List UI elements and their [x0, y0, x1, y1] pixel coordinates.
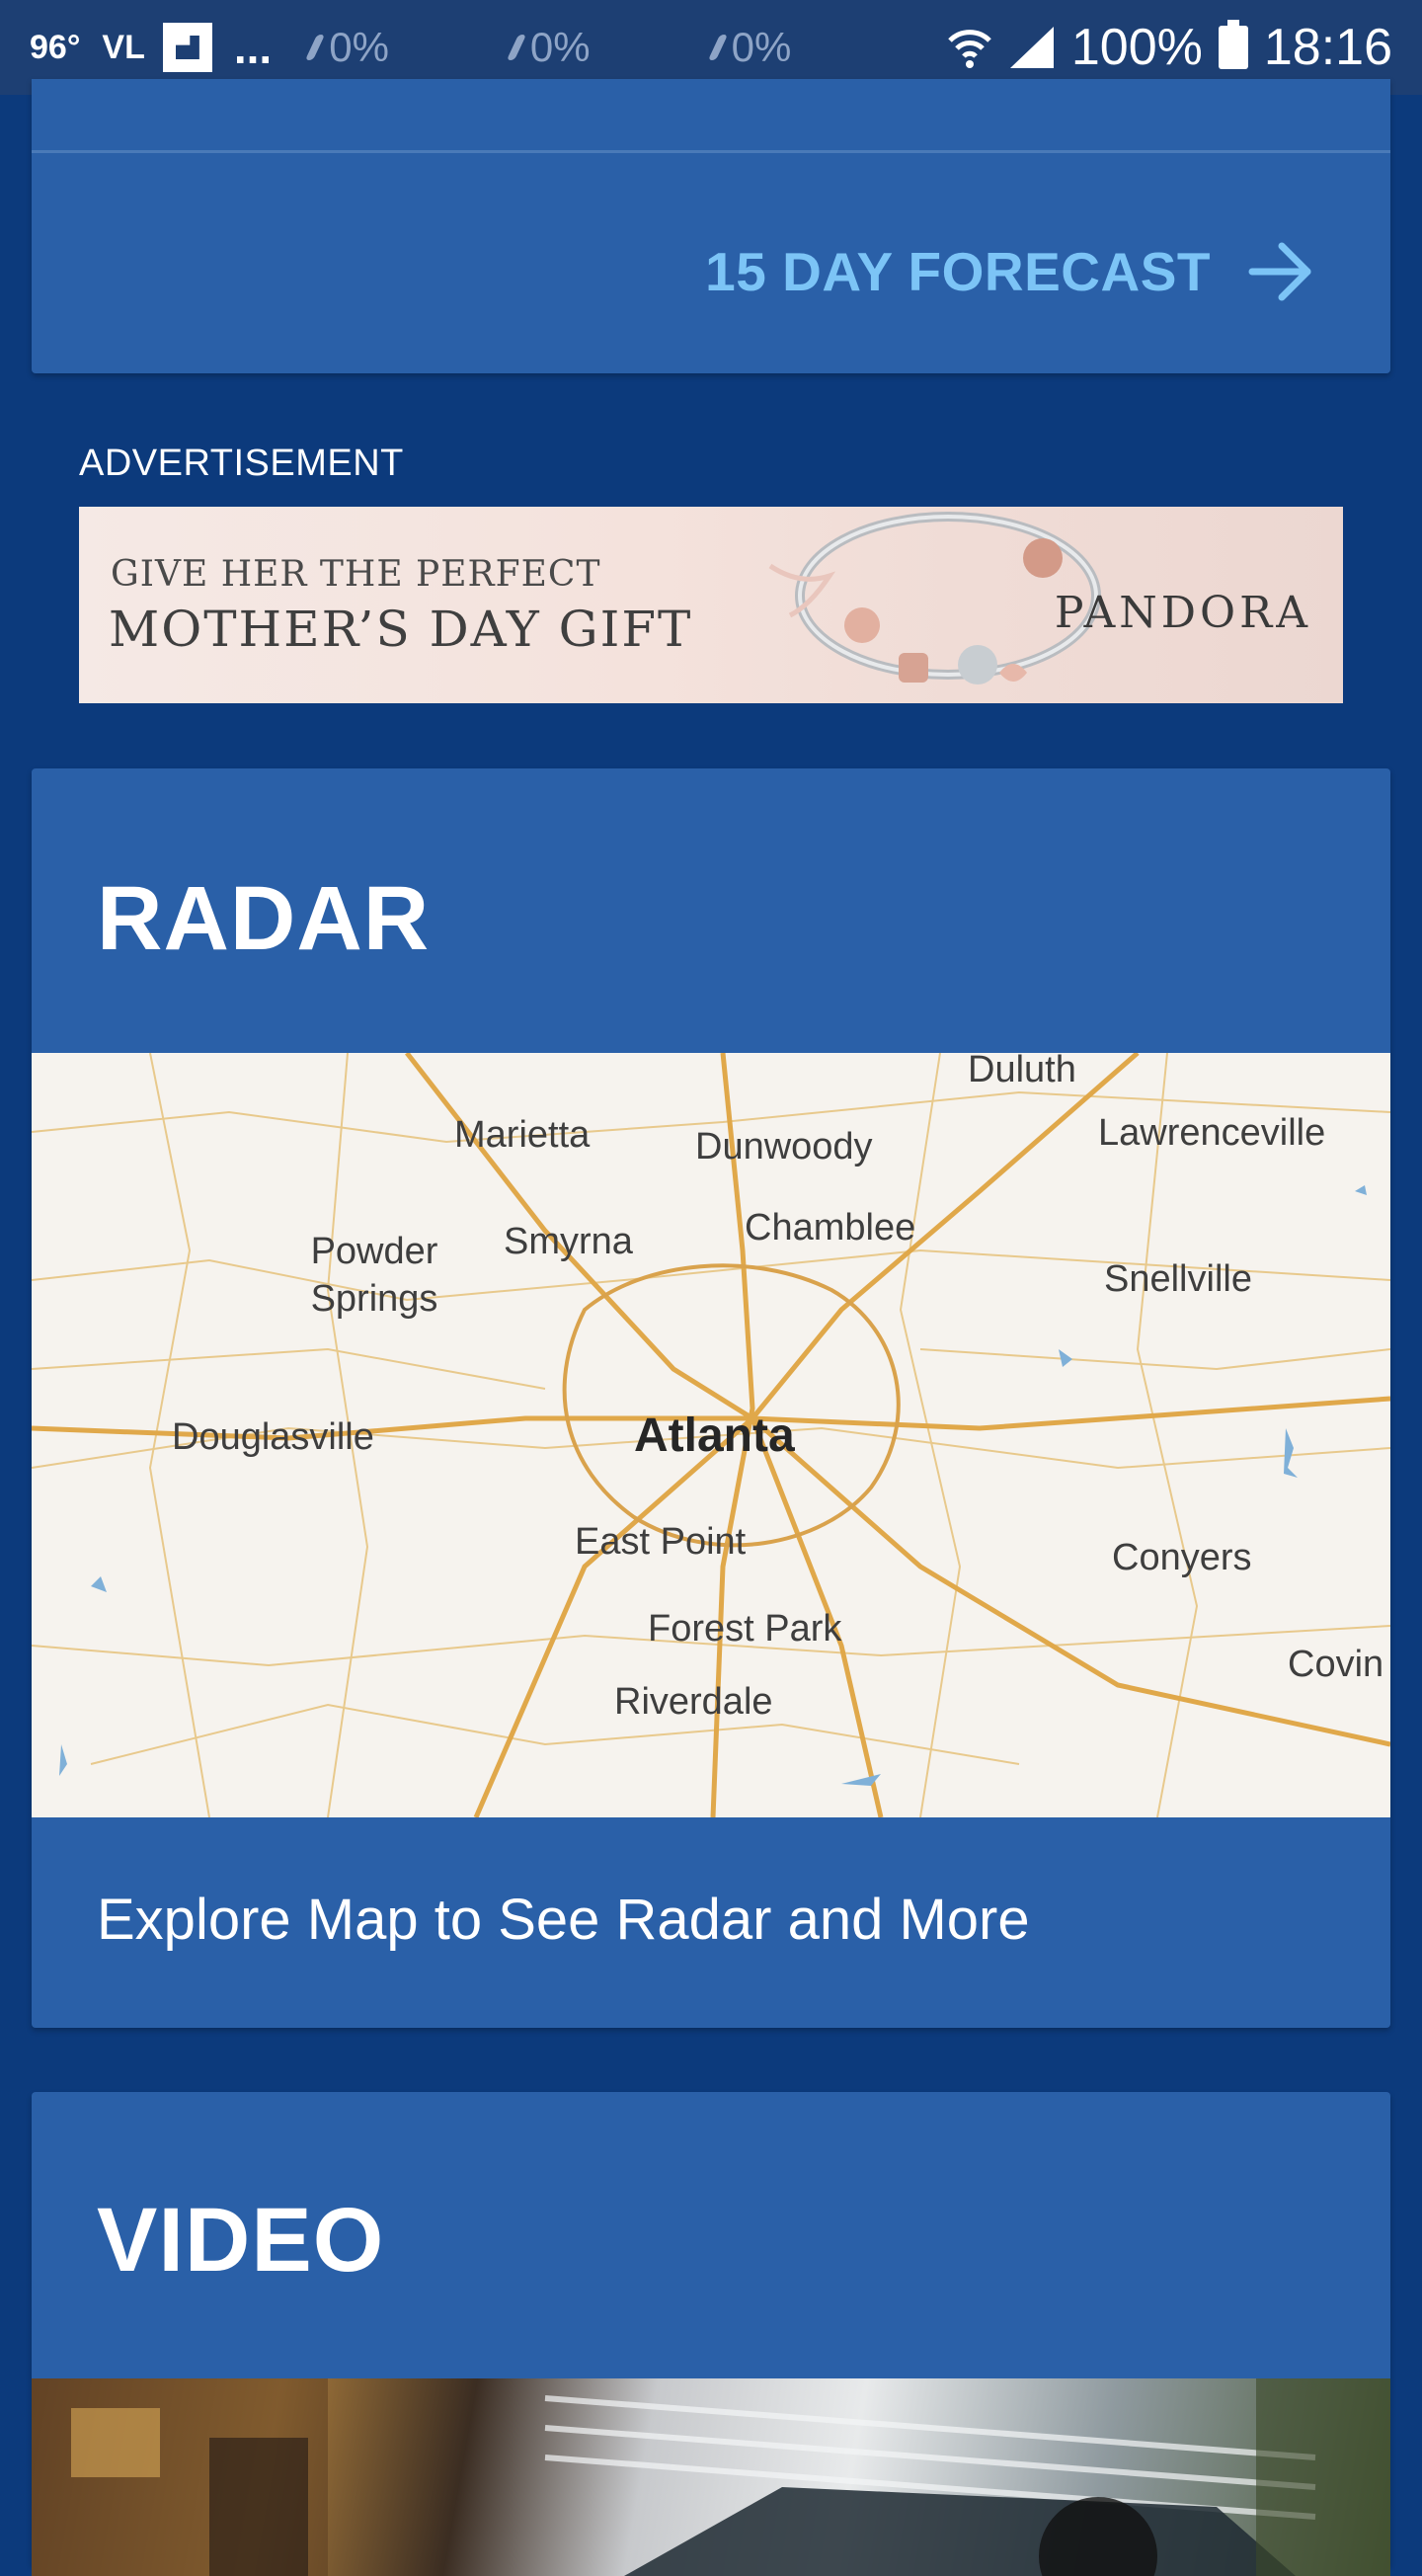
- map-label-marietta: Marietta: [454, 1114, 591, 1156]
- battery-icon: [1218, 20, 1248, 69]
- ghost-precip-3: 0%: [707, 24, 791, 71]
- advertisement-label: ADVERTISEMENT: [79, 443, 404, 484]
- divider: [32, 150, 1390, 153]
- forecast-link-label: 15 DAY FORECAST: [705, 241, 1211, 302]
- wifi-icon: [947, 25, 992, 70]
- radar-title: RADAR: [97, 868, 431, 969]
- battery-percent: 100%: [1070, 19, 1203, 76]
- pandora-ad-banner[interactable]: GIVE HER THE PERFECT MOTHER’S DAY GIFT P…: [79, 507, 1343, 703]
- arrow-right-icon: [1248, 242, 1311, 301]
- status-time: 18:16: [1263, 19, 1392, 76]
- ad-headline-small: GIVE HER THE PERFECT: [111, 554, 601, 595]
- map-label-dunwoody: Dunwoody: [695, 1126, 873, 1167]
- map-label-duluth: Duluth: [968, 1053, 1076, 1090]
- raindrop-icon: [506, 35, 526, 60]
- explore-map-link[interactable]: Explore Map to See Radar and More: [97, 1887, 1030, 1953]
- ghost-precip-2: 0%: [506, 24, 591, 71]
- status-left: 96° VL ... 0% 0% 0%: [30, 23, 914, 72]
- ad-brand-logo: PANDORA: [1054, 588, 1311, 638]
- video-thumbnail-image: [32, 2378, 1390, 2576]
- video-title: VIDEO: [97, 2190, 385, 2291]
- map-label-conyers: Conyers: [1112, 1537, 1252, 1578]
- map-label-atlanta: Atlanta: [634, 1409, 795, 1462]
- status-temperature: 96°: [30, 28, 81, 66]
- ghost-precip-1: 0%: [305, 24, 389, 71]
- map-label-riverdale: Riverdale: [614, 1681, 773, 1723]
- more-notifications-icon: ...: [233, 22, 273, 73]
- map-label-forest-park: Forest Park: [648, 1608, 842, 1650]
- radar-map[interactable]: Duluth Marietta Dunwoody Lawrenceville C…: [32, 1053, 1390, 1817]
- flipboard-icon: [162, 23, 212, 72]
- signal-icon: [1008, 25, 1056, 70]
- raindrop-icon: [305, 35, 326, 60]
- map-label-douglasville: Douglasville: [172, 1416, 374, 1458]
- fifteen-day-forecast-link[interactable]: 15 DAY FORECAST: [705, 237, 1315, 306]
- map-label-chamblee: Chamblee: [745, 1207, 916, 1248]
- map-label-covington: Covin: [1288, 1644, 1384, 1685]
- video-card[interactable]: VIDEO: [32, 2092, 1390, 2576]
- map-label-lawrenceville: Lawrenceville: [1098, 1112, 1326, 1154]
- map-label-powder-springs: Powder Springs: [310, 1231, 438, 1320]
- raindrop-icon: [707, 35, 728, 60]
- status-carrier: VL: [102, 28, 145, 66]
- forecast-card: 15 DAY FORECAST: [32, 79, 1390, 373]
- map-label-smyrna: Smyrna: [504, 1221, 633, 1262]
- video-thumbnail[interactable]: [32, 2378, 1390, 2576]
- map-label-snellville: Snellville: [1104, 1258, 1252, 1300]
- ad-headline-large: MOTHER’S DAY GIFT: [109, 601, 693, 658]
- radar-card[interactable]: RADAR Duluth Marietta Dunwoody Lawrencev…: [32, 768, 1390, 2028]
- map-label-east-point: East Point: [575, 1521, 747, 1563]
